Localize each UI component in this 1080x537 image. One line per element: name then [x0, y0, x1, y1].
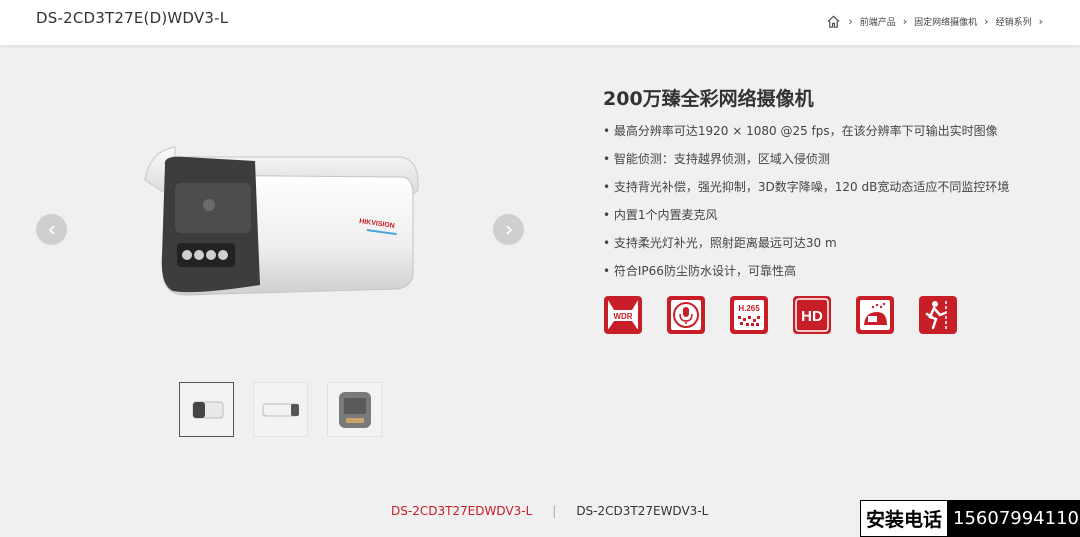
- variant-separator: |: [552, 504, 557, 518]
- variant-tabs: DS-2CD3T27EDWDV3-L | DS-2CD3T27EWDV3-L: [391, 504, 708, 518]
- feature-badges: WDR H.265 HD: [603, 295, 958, 335]
- top-bar: DS-2CD3T27E(D)WDV3-L › 前端产品 › 固定网络摄像机 › …: [0, 0, 1080, 45]
- gallery-prev-button[interactable]: [36, 214, 67, 245]
- feature-item: • 支持柔光灯补光，照射距离最远可达30 m: [603, 236, 837, 250]
- thumbnail-3[interactable]: [327, 382, 382, 437]
- h265-icon: H.265: [730, 296, 768, 334]
- feature-item: • 符合IP66防尘防水设计，可靠性高: [603, 264, 796, 278]
- wdr-icon: WDR: [604, 296, 642, 334]
- thumbnail-1[interactable]: [179, 382, 234, 437]
- thumbnail-strip: [179, 382, 382, 437]
- variant-tab-active[interactable]: DS-2CD3T27EDWDV3-L: [391, 504, 532, 518]
- svg-text:WDR: WDR: [613, 312, 632, 321]
- product-image: HIKVISION: [144, 146, 419, 296]
- home-icon[interactable]: [826, 14, 841, 29]
- chevron-right-icon: ›: [902, 15, 908, 28]
- chevron-right-icon: [505, 224, 512, 235]
- breadcrumb-item-fixed-camera[interactable]: 固定网络摄像机: [914, 15, 977, 28]
- svg-text:H.265: H.265: [738, 304, 760, 313]
- thumbnail-2[interactable]: [253, 382, 308, 437]
- page-title: DS-2CD3T27E(D)WDV3-L: [36, 9, 229, 27]
- breadcrumb: › 前端产品 › 固定网络摄像机 › 经销系列 ›: [826, 14, 1050, 29]
- install-phone-banner: 安装电话 15607994110: [860, 500, 1080, 537]
- product-title: 200万臻全彩网络摄像机: [603, 88, 814, 110]
- chevron-right-icon: ›: [984, 15, 989, 28]
- weatherproof-icon: [856, 296, 894, 334]
- intrusion-icon: [919, 296, 957, 334]
- chevron-right-icon: ›: [1038, 15, 1043, 28]
- feature-item: • 支持背光补偿，强光抑制，3D数字降噪，120 dB宽动态适应不同监控环境: [603, 180, 1010, 194]
- microphone-icon: [667, 296, 705, 334]
- feature-list: • 最高分辨率可达1920 × 1080 @25 fps，在该分辨率下可输出实时…: [603, 122, 1009, 290]
- variant-tab[interactable]: DS-2CD3T27EWDV3-L: [576, 504, 708, 518]
- feature-item: • 智能侦测：支持越界侦测，区域入侵侦测: [603, 152, 830, 166]
- svg-text:HD: HD: [801, 308, 823, 325]
- gallery-next-button[interactable]: [493, 214, 524, 245]
- feature-item: • 最高分辨率可达1920 × 1080 @25 fps，在该分辨率下可输出实时…: [603, 124, 998, 138]
- breadcrumb-item-series[interactable]: 经销系列: [996, 15, 1032, 28]
- hd-icon: HD: [793, 296, 831, 334]
- feature-item: • 内置1个内置麦克风: [603, 208, 718, 222]
- phone-label: 安装电话: [861, 501, 948, 536]
- phone-number: 15607994110: [953, 508, 1079, 529]
- chevron-right-icon: ›: [848, 15, 853, 28]
- chevron-left-icon: [48, 224, 55, 235]
- breadcrumb-item-frontend[interactable]: 前端产品: [860, 15, 896, 28]
